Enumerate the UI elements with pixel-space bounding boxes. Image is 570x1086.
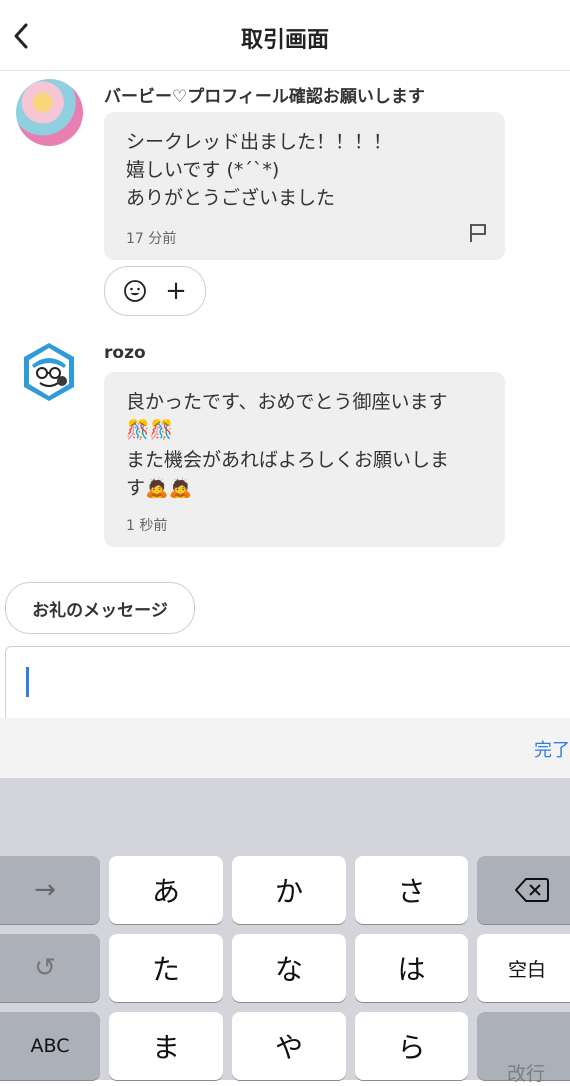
avatar-illustration-icon — [24, 343, 74, 401]
key-sa[interactable]: さ — [355, 856, 468, 924]
keyboard: → あ か さ ⌫ ↺ た な は 空白 ABC ま や ら 改行 — [0, 778, 570, 1085]
sender-name: バービー♡プロフィール確認お願いします — [104, 87, 425, 107]
abc-key[interactable]: ABC — [0, 1012, 100, 1080]
message-bubble: シークレッド出ました！！！！ 嬉しいです (*´`*) ありがとうございました … — [104, 112, 505, 260]
undo-icon: ↺ — [34, 953, 56, 983]
smiley-icon — [124, 280, 146, 302]
text-cursor — [26, 667, 29, 697]
next-candidate-key[interactable]: → — [0, 856, 100, 924]
keyboard-toolbar: 完了 — [0, 718, 570, 778]
app-header: 取引画面 — [0, 0, 570, 71]
message-line: ありがとうございました — [126, 187, 336, 209]
key-ta[interactable]: た — [109, 934, 223, 1002]
abc-key-label: ABC — [30, 1035, 70, 1057]
space-key-label: 空白 — [507, 958, 546, 981]
key-ka[interactable]: か — [232, 856, 346, 924]
message-line: す🙇🙇 — [126, 477, 193, 499]
key-ra[interactable]: ら — [355, 1012, 468, 1080]
avatar[interactable] — [18, 341, 80, 403]
key-ma[interactable]: ま — [109, 1012, 223, 1080]
message-line: 嬉しいです (*´`*) — [126, 159, 280, 181]
return-key-label: 改行 — [506, 1063, 545, 1085]
add-reaction-button[interactable]: + — [104, 266, 206, 316]
key-ha[interactable]: は — [355, 934, 468, 1002]
avatar[interactable] — [16, 79, 83, 146]
space-key[interactable]: 空白 — [477, 934, 570, 1002]
thanks-message-button[interactable]: お礼のメッセージ — [5, 582, 195, 634]
delete-key[interactable]: ⌫ — [477, 856, 570, 924]
page-title: 取引画面 — [240, 28, 329, 53]
message-line: シークレッド出ました！！！！ — [126, 131, 393, 153]
sender-name: rozo — [104, 343, 146, 363]
key-na[interactable]: な — [232, 934, 346, 1002]
message-time: 1 秒前 — [126, 518, 168, 534]
message-line: また機会があればよろしくお願いしま — [126, 449, 450, 471]
flag-icon — [470, 224, 486, 242]
message-bubble: 良かったです、おめでとう御座います 🎊🎊 また機会があればよろしくお願いしま す… — [104, 372, 505, 547]
report-button[interactable] — [468, 222, 488, 248]
return-key[interactable]: 改行 — [477, 1012, 570, 1085]
plus-icon: + — [165, 276, 187, 306]
done-button[interactable]: 完了 — [534, 736, 570, 762]
key-a[interactable]: あ — [109, 856, 223, 924]
undo-key[interactable]: ↺ — [0, 934, 100, 1002]
message-line: 良かったです、おめでとう御座います — [126, 391, 448, 413]
message-time: 17 分前 — [126, 231, 177, 247]
message-line: 🎊🎊 — [126, 419, 174, 441]
backspace-icon — [515, 878, 549, 902]
key-ya[interactable]: や — [232, 1012, 346, 1080]
arrow-right-icon: → — [34, 875, 56, 905]
message-input[interactable] — [5, 646, 570, 728]
